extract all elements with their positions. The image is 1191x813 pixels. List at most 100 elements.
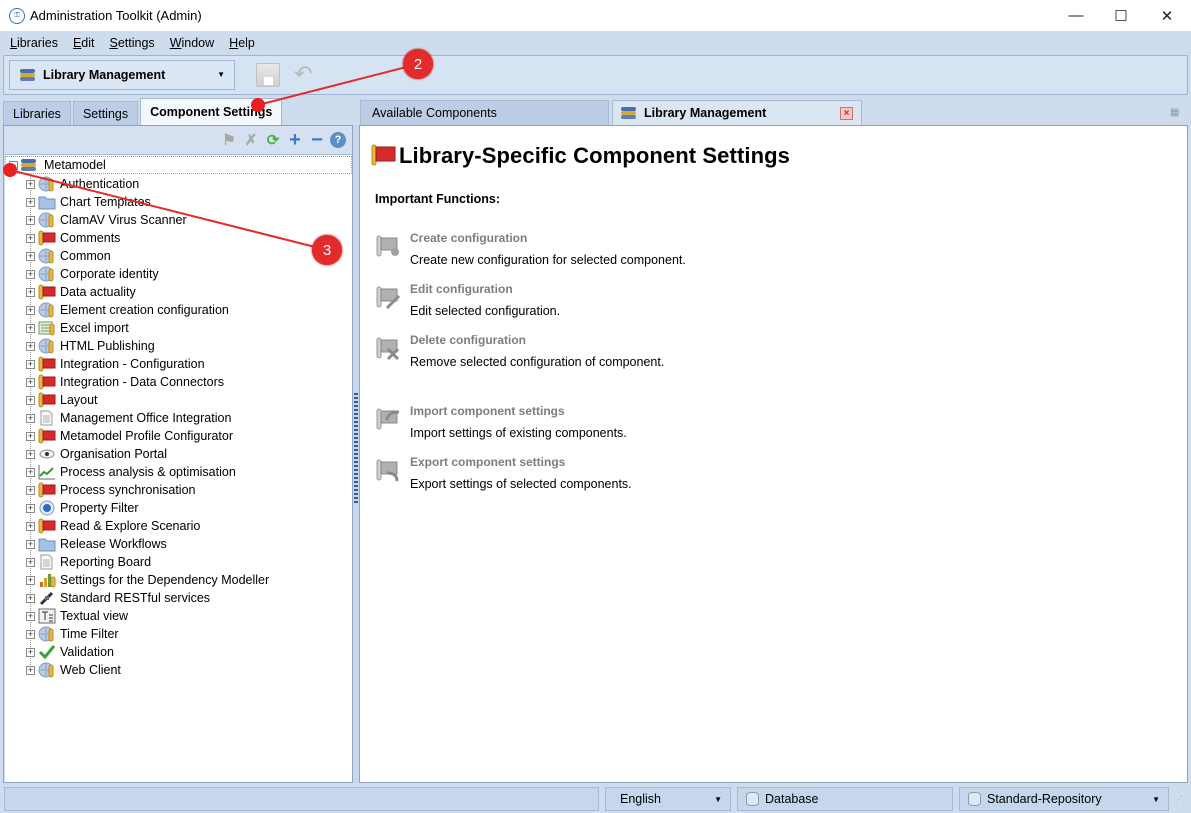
maximize-view-icon[interactable]: ▦ (1170, 108, 1181, 119)
tree-item[interactable]: + Web Client (26, 661, 121, 679)
tree-item[interactable]: + Process analysis & optimisation (26, 463, 236, 481)
expand-toggle[interactable]: + (26, 575, 35, 585)
menu-edit[interactable]: Edit (67, 36, 101, 50)
tree-item[interactable]: + Excel import (26, 319, 129, 337)
tree-item[interactable]: + Settings for the Dependency Modeller (26, 571, 269, 589)
tab-libraries[interactable]: Libraries (3, 101, 71, 125)
expand-all-icon[interactable]: + (286, 129, 304, 151)
function-name[interactable]: Edit configuration (410, 282, 513, 296)
tree-item[interactable]: + Validation (26, 643, 114, 661)
tree-root-metamodel[interactable]: − Metamodel (5, 156, 352, 174)
expand-toggle[interactable]: + (26, 521, 35, 531)
repository-dropdown[interactable]: Standard-Repository ▼ (959, 787, 1169, 811)
expand-toggle[interactable]: + (26, 269, 35, 279)
tree-item[interactable]: + Management Office Integration (26, 409, 231, 427)
tree-item[interactable]: + ClamAV Virus Scanner (26, 211, 187, 229)
tree-item[interactable]: + Authentication (26, 175, 139, 193)
chevron-down-icon: ▼ (217, 70, 225, 79)
tree-item[interactable]: + Integration - Data Connectors (26, 373, 224, 391)
tree-item[interactable]: + Reporting Board (26, 553, 151, 571)
tree-item[interactable]: + Chart Templates (26, 193, 151, 211)
function-item[interactable]: Import component settings Import settings… (375, 404, 775, 444)
expand-toggle[interactable]: + (26, 629, 35, 639)
tree-item[interactable]: + Comments (26, 229, 120, 247)
function-name[interactable]: Export component settings (410, 455, 565, 469)
function-item[interactable]: Delete configuration Remove selected conf… (375, 333, 775, 373)
expand-toggle[interactable]: + (26, 179, 35, 189)
function-name[interactable]: Delete configuration (410, 333, 526, 347)
tree-item[interactable]: + Textual view (26, 607, 128, 625)
expand-toggle[interactable]: + (26, 197, 35, 207)
function-name[interactable]: Import component settings (410, 404, 565, 418)
annotation-dot-2 (251, 98, 265, 112)
function-item[interactable]: Edit configuration Edit selected configur… (375, 282, 775, 322)
menu-help[interactable]: Help (223, 36, 261, 50)
expand-toggle[interactable]: + (26, 233, 35, 243)
expand-toggle[interactable]: + (26, 647, 35, 657)
tree-item[interactable]: + Read & Explore Scenario (26, 517, 200, 535)
expand-toggle[interactable]: + (26, 395, 35, 405)
expand-toggle[interactable]: + (26, 485, 35, 495)
expand-toggle[interactable]: + (26, 215, 35, 225)
splitter-grip[interactable] (354, 393, 358, 503)
collapse-all-icon[interactable]: − (308, 129, 326, 151)
function-item[interactable]: Create configuration Create new configura… (375, 231, 775, 271)
tab-available-components[interactable]: Available Components (360, 100, 609, 125)
expand-toggle[interactable]: + (26, 377, 35, 387)
tree-item[interactable]: + Time Filter (26, 625, 119, 643)
expand-toggle[interactable]: + (26, 251, 35, 261)
expand-toggle[interactable]: + (26, 611, 35, 621)
expand-toggle[interactable]: + (26, 467, 35, 477)
tree-item[interactable]: + Layout (26, 391, 98, 409)
expand-toggle[interactable]: + (26, 539, 35, 549)
tree-item[interactable]: + Organisation Portal (26, 445, 167, 463)
expand-toggle[interactable]: + (26, 557, 35, 567)
language-dropdown[interactable]: English ▼ (605, 787, 731, 811)
undo-button[interactable]: ↶ (294, 63, 322, 86)
tree-item[interactable]: + Element creation configuration (26, 301, 229, 319)
resize-grip-icon[interactable]: ⋰ (1175, 795, 1187, 807)
globe-icon (38, 662, 56, 678)
tree-item[interactable]: + Property Filter (26, 499, 139, 517)
perspective-dropdown[interactable]: Library Management ▼ (9, 60, 235, 90)
expand-toggle[interactable]: + (26, 449, 35, 459)
expand-toggle[interactable]: + (26, 593, 35, 603)
tree-item[interactable]: + Metamodel Profile Configurator (26, 427, 233, 445)
save-button[interactable] (256, 63, 280, 87)
expand-toggle[interactable]: + (26, 503, 35, 513)
tree-item[interactable]: + Data actuality (26, 283, 136, 301)
expand-toggle[interactable]: + (26, 305, 35, 315)
function-item[interactable]: Export component settings Export settings… (375, 455, 775, 495)
refresh-icon[interactable]: ⟳ (264, 131, 282, 149)
tree-item[interactable]: + Release Workflows (26, 535, 167, 553)
menu-settings[interactable]: Settings (104, 36, 161, 50)
expand-toggle[interactable]: + (26, 341, 35, 351)
tree-item-label: Validation (60, 645, 114, 659)
expand-toggle[interactable]: + (26, 431, 35, 441)
maximize-button[interactable]: ☐ (1098, 0, 1144, 31)
tree-item[interactable]: + Process synchronisation (26, 481, 195, 499)
help-icon[interactable]: ? (330, 132, 346, 148)
expand-toggle[interactable]: + (26, 359, 35, 369)
menu-libraries[interactable]: Libraries (4, 36, 64, 50)
tab-settings[interactable]: Settings (72, 101, 139, 125)
expand-toggle[interactable]: + (26, 323, 35, 333)
menu-window[interactable]: Window (164, 36, 220, 50)
mnemonic: W (169, 36, 182, 50)
tab-library-management[interactable]: Library Management × (612, 100, 862, 125)
expand-toggle[interactable]: + (26, 665, 35, 675)
tree-item[interactable]: + Standard RESTful services (26, 589, 210, 607)
tree-item[interactable]: + Common (26, 247, 111, 265)
function-name[interactable]: Create configuration (410, 231, 527, 245)
close-tab-icon[interactable]: × (840, 107, 853, 120)
expand-toggle[interactable]: + (26, 413, 35, 423)
create-configuration-icon[interactable]: ⚑ (220, 131, 238, 149)
tree-item[interactable]: + Integration - Configuration (26, 355, 205, 373)
expand-toggle[interactable]: + (26, 287, 35, 297)
tree-item[interactable]: + HTML Publishing (26, 337, 155, 355)
tree-item[interactable]: + Corporate identity (26, 265, 159, 283)
minimize-button[interactable]: — (1053, 0, 1099, 31)
tab-label: Available Components (372, 106, 497, 120)
delete-configuration-icon[interactable]: ✗ (242, 131, 260, 149)
close-button[interactable]: ✕ (1144, 0, 1190, 31)
